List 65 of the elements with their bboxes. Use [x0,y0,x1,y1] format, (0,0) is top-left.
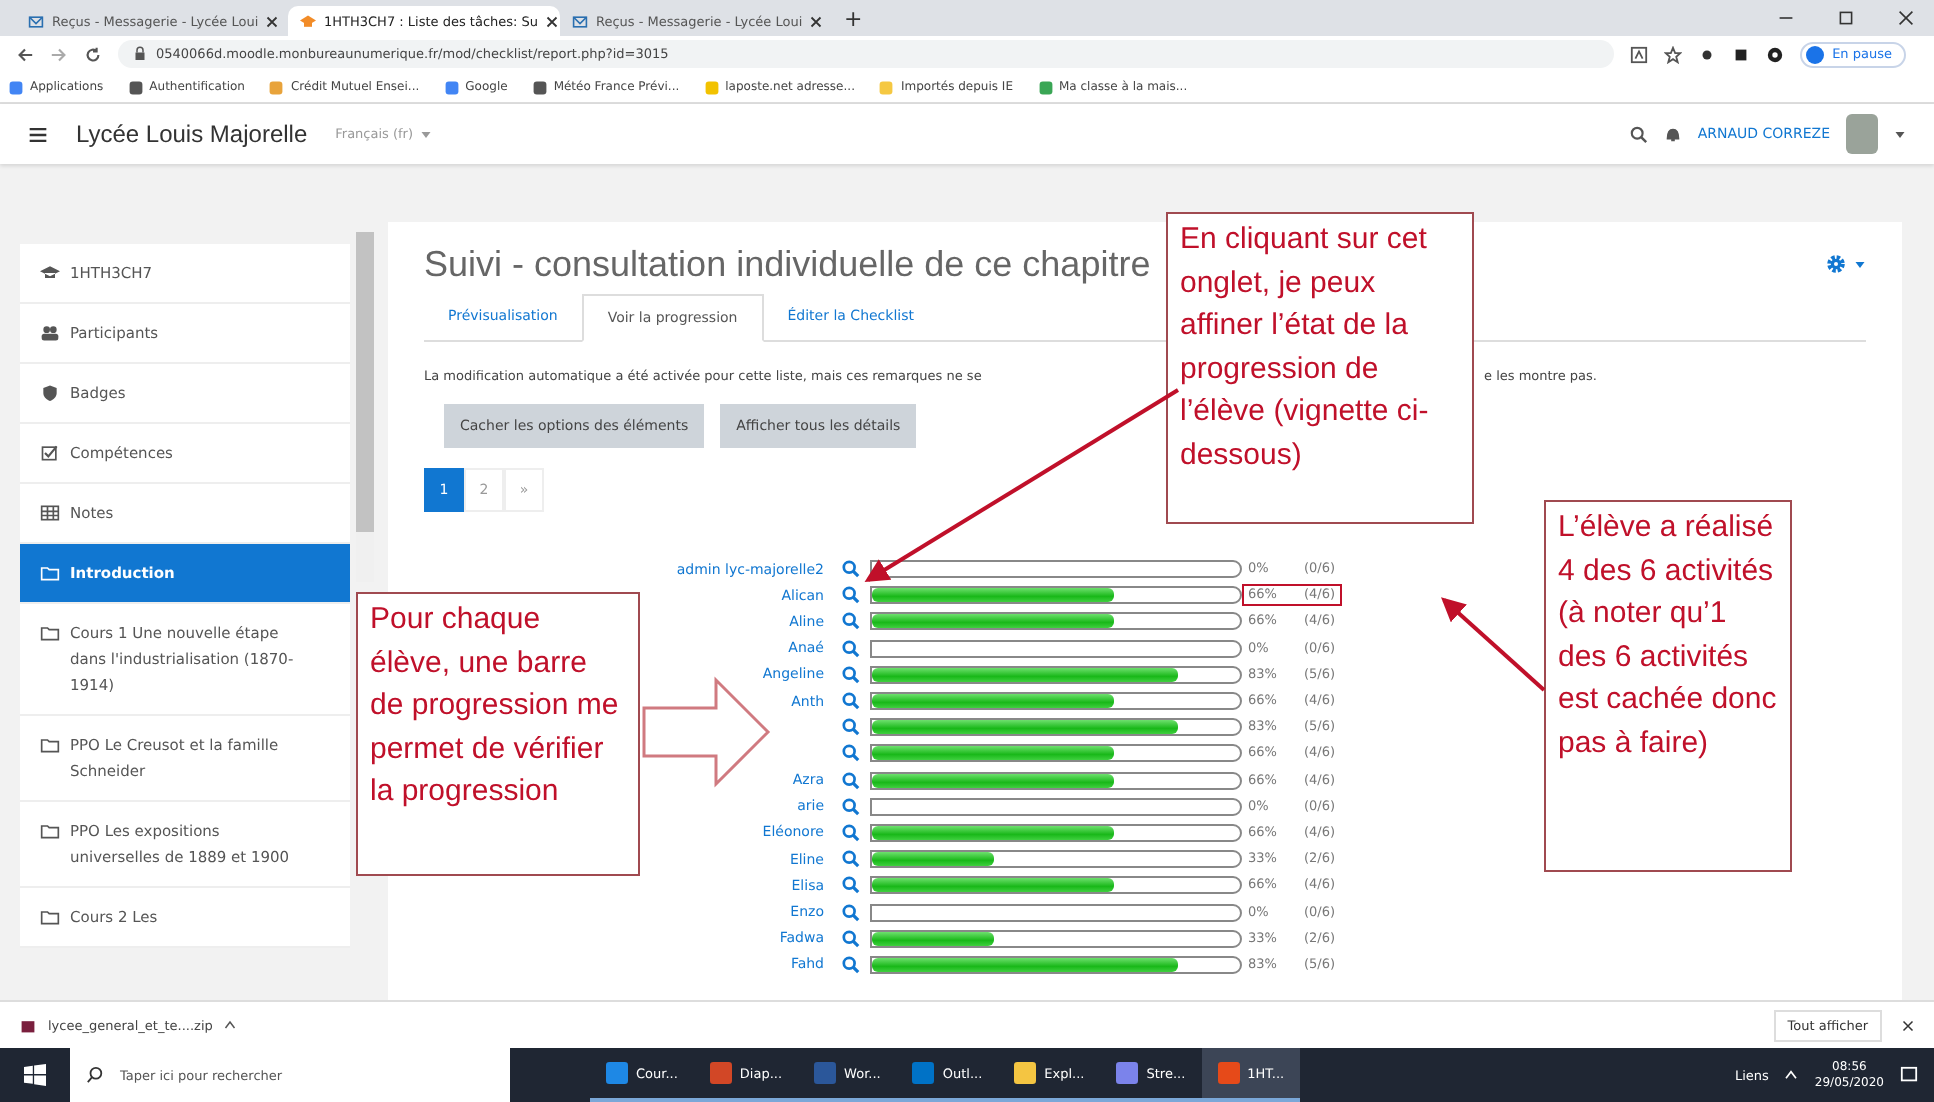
star-icon[interactable] [1664,45,1683,63]
caret-icon[interactable] [1894,129,1906,139]
table-icon [40,504,60,522]
folder-icon [40,908,60,926]
search-icon[interactable] [842,771,860,790]
lock-icon [134,46,146,62]
app-icon [606,1062,628,1084]
search-icon[interactable] [842,850,860,869]
reload-icon[interactable] [84,45,102,63]
search-icon[interactable] [842,797,860,816]
callout-note: En cliquant sur cet onglet, je peux affiner l’état de la progression de l’élève (vignette ci-dessous) [1166,212,1474,524]
caret-icon [1854,259,1866,269]
mail-icon [572,13,588,29]
menu-icon[interactable] [28,125,48,143]
search-icon[interactable] [842,823,860,842]
maximize-icon[interactable] [1838,10,1854,26]
caret-icon [419,129,432,139]
avatar-icon [1806,45,1825,63]
search-icon[interactable] [842,612,860,631]
shield-icon [40,384,60,402]
search-icon[interactable] [842,586,860,605]
new-tab-button[interactable]: + [832,5,875,31]
app-icon [1217,1062,1240,1084]
people-icon [40,324,60,342]
caret-icon[interactable] [1784,1070,1799,1080]
search-icon[interactable] [842,903,860,922]
app-icon [1116,1062,1139,1084]
search-icon[interactable] [1629,125,1648,143]
search-icon[interactable] [842,929,860,948]
search-icon[interactable] [842,692,860,711]
search-icon[interactable] [842,744,860,763]
windows-logo-icon[interactable] [24,1064,46,1086]
app-icon [814,1062,837,1084]
app-icon [912,1062,935,1084]
caret-icon [224,1020,237,1030]
search-icon[interactable] [842,665,860,684]
folder-icon [40,564,60,582]
folder-icon [40,822,60,840]
mail-icon [28,13,44,29]
back-arrow-icon[interactable] [16,45,34,63]
app-icon [709,1062,732,1084]
close-icon[interactable] [1902,1019,1914,1031]
search-icon [86,1066,104,1084]
callout-note: Pour chaque élève, une barre de progression me permet de vérifier la progression [356,592,640,876]
settings-menu[interactable] [1824,252,1866,276]
settings-icon [1824,252,1848,276]
bell-icon[interactable] [1663,125,1682,143]
app-icon [1014,1062,1037,1084]
folder-icon [40,624,60,642]
file-icon [20,1017,36,1033]
search-icon[interactable] [842,718,860,737]
page-title: Suivi - consultation individuelle de ce chapitre [424,242,1151,288]
search-icon[interactable] [842,639,860,658]
checkbox-icon [40,444,60,462]
close-icon[interactable] [1898,10,1914,26]
close-icon[interactable] [266,15,279,27]
close-icon[interactable] [546,15,559,27]
close-icon[interactable] [810,15,823,27]
search-icon[interactable] [842,560,860,579]
site-name[interactable]: Lycée Louis Majorelle [76,120,308,148]
annotation-arrow [1441,597,1546,692]
search-icon[interactable] [842,876,860,895]
search-icon[interactable] [842,955,860,974]
callout-note: L’élève a réalisé 4 des 6 activités (à noter qu’1 des 6 activités est cachée donc pas à faire) [1544,500,1792,872]
folder-icon [40,736,60,754]
